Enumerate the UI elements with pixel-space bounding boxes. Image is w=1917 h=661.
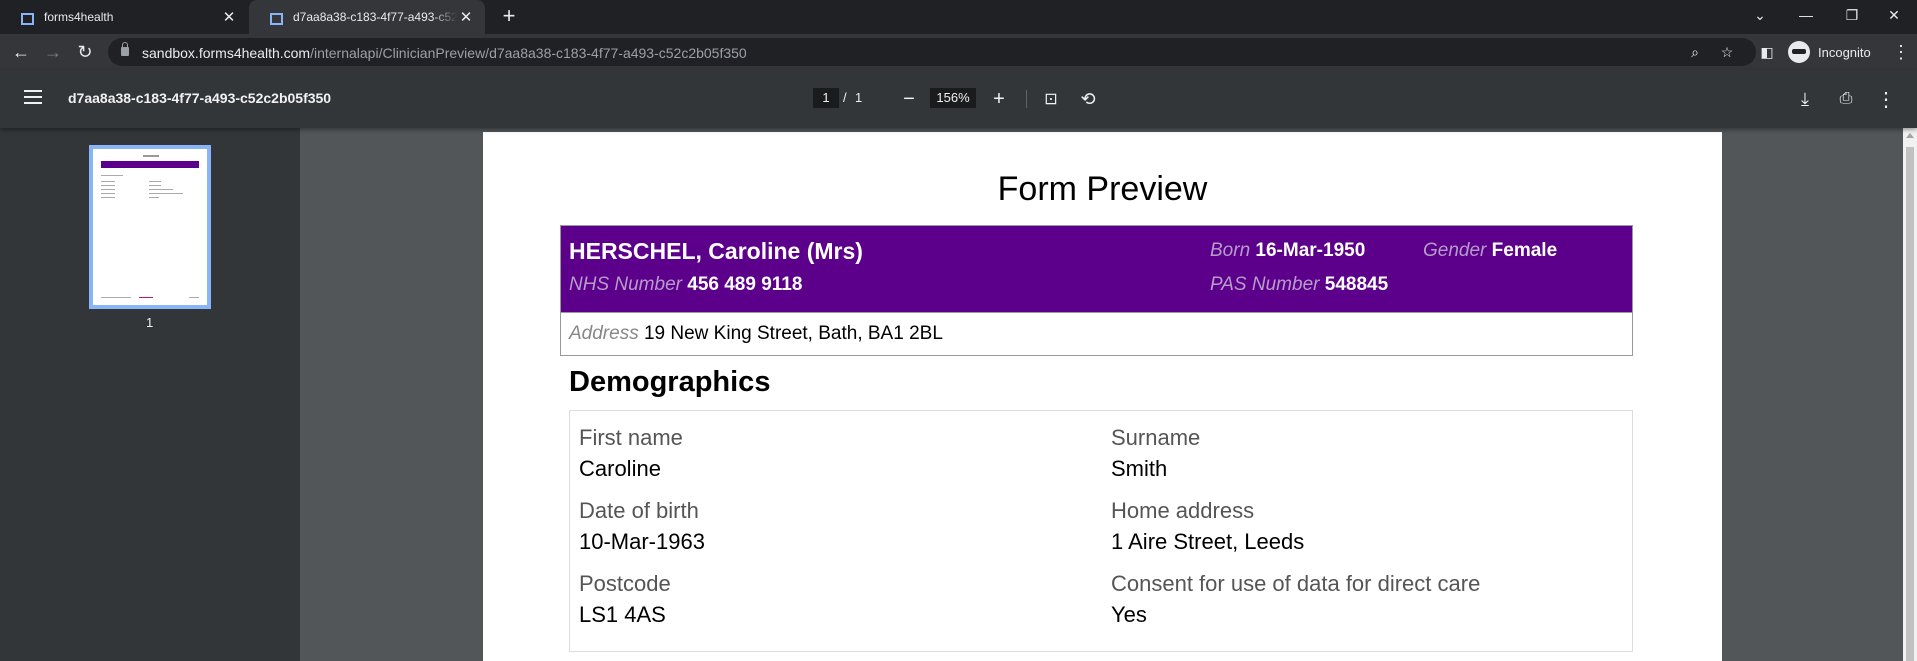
side-panel-icon[interactable]: ◧: [1758, 43, 1776, 61]
new-tab-button[interactable]: +: [497, 5, 521, 29]
reload-button[interactable]: ↻: [73, 40, 97, 64]
thumbnail-line: [139, 297, 153, 298]
incognito-icon: [1788, 41, 1810, 63]
zoom-icon[interactable]: ⌕: [1686, 43, 1704, 61]
thumbnail-sidebar: 1: [0, 128, 300, 661]
more-actions-icon[interactable]: ⋮: [1874, 87, 1898, 111]
first-name-value: Caroline: [579, 456, 661, 481]
download-icon[interactable]: ⤓: [1793, 87, 1817, 111]
thumbnail-line: [101, 189, 115, 190]
browser-menu-icon[interactable]: ⋮: [1889, 40, 1913, 64]
demographics-panel: First name Caroline Surname Smith Date o…: [569, 410, 1633, 652]
date-of-birth-value: 10-Mar-1963: [579, 529, 705, 554]
forward-button[interactable]: →: [41, 40, 65, 64]
thumbnail-line: [149, 197, 159, 198]
page-separator: /: [843, 90, 847, 105]
sidebar-menu-icon[interactable]: [24, 90, 42, 104]
restore-window-button[interactable]: ❐: [1829, 0, 1875, 30]
tab-title: d7aa8a38-c183-4f77-a493-c52c2b05f350: [293, 10, 457, 24]
thumbnail-line: [101, 175, 123, 176]
thumbnail-title-line: [143, 155, 159, 157]
page-thumbnail[interactable]: [89, 145, 211, 309]
back-button[interactable]: ←: [9, 40, 33, 64]
thumbnail-line: [189, 297, 199, 298]
browser-tab-strip: forms4health ✕ d7aa8a38-c183-4f77-a493-c…: [0, 0, 1917, 34]
minimize-window-button[interactable]: —: [1783, 0, 1829, 30]
zoom-level-input[interactable]: 156%: [930, 88, 976, 108]
section-title: Demographics: [569, 366, 771, 398]
thumbnail-line: [149, 185, 161, 186]
pas-number-field: PAS Number 548845: [1210, 274, 1389, 295]
consent-value: Yes: [1111, 602, 1147, 627]
tab-pdf-preview[interactable]: d7aa8a38-c183-4f77-a493-c52c2b05f350 ✕: [249, 0, 485, 34]
thumbnail-line: [101, 193, 115, 194]
site-favicon-icon: [20, 10, 34, 25]
address-field: Address 19 New King Street, Bath, BA1 2B…: [569, 323, 943, 344]
thumbnail-line: [101, 197, 115, 198]
thumbnail-page-number: 1: [146, 315, 154, 330]
thumbnail-banner: [101, 161, 199, 168]
thumbnail-line: [149, 193, 183, 194]
postcode-value: LS1 4AS: [579, 602, 666, 627]
nhs-number-field: NHS Number 456 489 9118: [569, 274, 803, 295]
close-tab-icon[interactable]: ✕: [457, 8, 475, 26]
thumbnail-line: [101, 181, 115, 182]
zoom-in-icon[interactable]: +: [987, 87, 1011, 111]
thumbnail-line: [149, 181, 161, 182]
pdf-toolbar: d7aa8a38-c183-4f77-a493-c52c2b05f350 1 /…: [0, 70, 1917, 128]
tab-forms4health[interactable]: forms4health ✕: [0, 0, 248, 34]
zoom-out-icon[interactable]: −: [897, 87, 921, 111]
rotate-icon[interactable]: ⟲: [1076, 87, 1100, 111]
consent-label: Consent for use of data for direct care: [1111, 571, 1481, 596]
profile-label: Incognito: [1818, 44, 1871, 60]
document-viewport[interactable]: Form Preview HERSCHEL, Caroline (Mrs) Bo…: [300, 128, 1903, 661]
url-text[interactable]: sandbox.forms4health.com/internalapi/Cli…: [142, 45, 747, 61]
tab-title: forms4health: [44, 10, 114, 24]
address-bar[interactable]: sandbox.forms4health.com/internalapi/Cli…: [108, 38, 1756, 66]
surname-label: Surname: [1111, 425, 1201, 450]
print-icon[interactable]: ⎙: [1834, 87, 1858, 111]
scrollbar-thumb[interactable]: [1906, 147, 1914, 661]
scroll-up-arrow-icon[interactable]: [1906, 133, 1914, 138]
home-address-value: 1 Aire Street, Leeds: [1111, 529, 1305, 554]
thumbnail-line: [101, 297, 131, 298]
postcode-label: Postcode: [579, 571, 671, 596]
gender-field: Gender Female: [1423, 240, 1558, 261]
site-favicon-icon: [269, 10, 283, 25]
thumbnail-line: [101, 185, 115, 186]
browser-toolbar: ← → ↻ sandbox.forms4health.com/internala…: [0, 34, 1917, 70]
patient-address-row: Address 19 New King Street, Bath, BA1 2B…: [560, 313, 1633, 356]
page-number-input[interactable]: 1: [813, 88, 839, 108]
close-window-button[interactable]: ✕: [1871, 0, 1917, 30]
close-tab-icon[interactable]: ✕: [220, 8, 238, 26]
bookmark-star-icon[interactable]: ☆: [1718, 43, 1736, 61]
pdf-page: Form Preview HERSCHEL, Caroline (Mrs) Bo…: [483, 132, 1722, 661]
fit-to-page-icon[interactable]: ⊡: [1039, 87, 1063, 111]
first-name-label: First name: [579, 425, 683, 450]
born-field: Born 16-Mar-1950: [1210, 240, 1366, 261]
toolbar-divider: [1026, 90, 1027, 108]
tab-search-icon[interactable]: ⌄: [1737, 0, 1783, 30]
surname-value: Smith: [1111, 456, 1168, 481]
date-of-birth-label: Date of birth: [579, 498, 699, 523]
patient-banner: HERSCHEL, Caroline (Mrs) Born 16-Mar-195…: [560, 225, 1633, 313]
thumbnail-line: [149, 189, 173, 190]
home-address-label: Home address: [1111, 498, 1255, 523]
form-title: Form Preview: [997, 170, 1208, 208]
page-total: 1: [855, 90, 863, 105]
document-title: d7aa8a38-c183-4f77-a493-c52c2b05f350: [68, 90, 332, 106]
patient-name: HERSCHEL, Caroline (Mrs): [569, 238, 863, 264]
lock-icon[interactable]: [121, 42, 129, 56]
incognito-profile-button[interactable]: Incognito: [1788, 39, 1871, 65]
